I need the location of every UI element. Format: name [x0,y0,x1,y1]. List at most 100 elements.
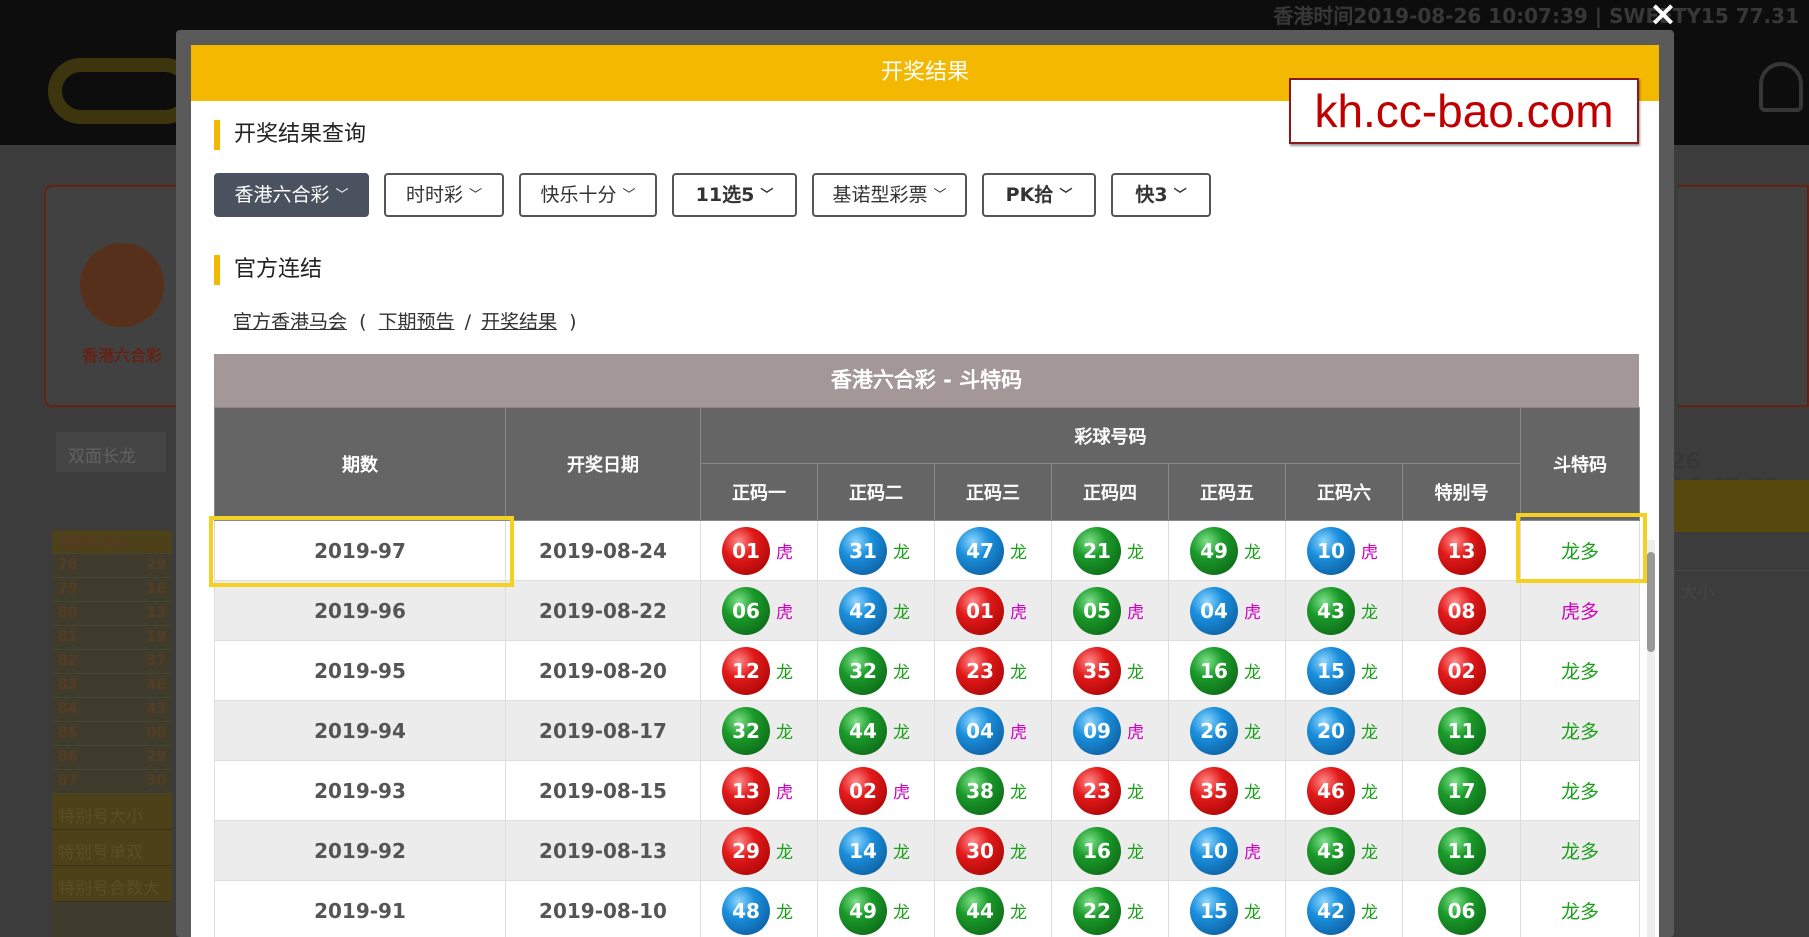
official-hkjc-link[interactable]: 官方香港马会 [233,311,347,333]
dragon-tag: 龙 [1244,903,1261,923]
sub-col-header: 正码二 [817,463,935,521]
dragon-tag: 龙 [1010,543,1027,563]
filter-pk10[interactable]: PK拾 ﹀ [982,173,1096,217]
ball-cell: 49 龙 [817,880,935,937]
ball-red: 23 [956,646,1004,695]
ball-red: 30 [956,826,1004,875]
table-row[interactable]: 2019-94 2019-08-17 32 龙 44 龙 04 虎 09 虎 26 龙 20 龙 11 龙多 [214,700,1641,761]
filter-ssc[interactable]: 时时彩 ﹀ [384,173,504,217]
ball-green: 38 [956,766,1004,815]
table-row[interactable]: 2019-93 2019-08-15 13 虎 02 虎 38 龙 23 龙 35 龙 46 龙 17 龙多 [214,760,1641,821]
filter-hk-six[interactable]: 香港六合彩 ﹀ [214,173,369,217]
filter-keno[interactable]: 基诺型彩票 ﹀ [812,173,967,217]
ball-green: 32 [722,706,770,755]
dragon-tag: 龙 [1361,783,1378,803]
period-cell: 2019-93 [214,760,506,821]
ball-cell: 23 龙 [1051,760,1169,821]
ball-green: 43 [1307,826,1355,875]
ball-cell: 10 虎 [1168,820,1286,881]
chevron-down-icon: ﹀ [469,188,483,203]
ball-cell: 02 [1401,640,1522,701]
ball-green: 44 [839,706,887,755]
chevron-down-icon: ﹀ [335,188,349,203]
tiger-tag: 虎 [1244,603,1261,623]
table-row[interactable]: 2019-95 2019-08-20 12 龙 32 龙 23 龙 35 龙 16 龙 15 龙 02 龙多 [214,640,1641,701]
ball-cell: 43 龙 [1285,820,1403,881]
ball-green: 49 [1190,526,1238,575]
dragon-tag: 龙 [1361,903,1378,923]
ball-green: 05 [1073,586,1121,635]
next-draw-link[interactable]: 下期预告 [379,311,455,333]
ball-cell: 12 龙 [700,640,818,701]
ball-blue: 48 [722,886,770,935]
sub-col-header: 特别号 [1401,463,1522,521]
ball-red: 08 [1437,586,1486,635]
period-cell: 2019-96 [214,580,506,641]
ball-cell: 29 龙 [700,820,818,881]
ball-blue: 09 [1073,706,1121,755]
ball-red: 13 [722,766,770,815]
ball-cell: 01 虎 [934,580,1052,641]
ball-cell: 20 龙 [1285,700,1403,761]
ball-blue: 20 [1307,706,1355,755]
dragon-tag: 龙 [893,603,910,623]
tiger-tag: 虎 [1010,723,1027,743]
results-link[interactable]: 开奖结果 [481,311,557,333]
ball-cell: 22 龙 [1051,880,1169,937]
filter-k3[interactable]: 快3 ﹀ [1111,173,1211,217]
ball-cell: 09 虎 [1051,700,1169,761]
col-header-result: 斗特码 [1520,407,1641,521]
dragon-tag: 龙 [1127,903,1144,923]
ball-cell: 15 龙 [1285,640,1403,701]
ball-blue: 26 [1190,706,1238,755]
ball-cell: 13 虎 [700,760,818,821]
scrollbar-thumb[interactable] [1647,552,1655,652]
ball-blue: 10 [1307,526,1355,575]
link-separator: / [464,311,471,333]
ball-blue: 42 [1307,886,1355,935]
dragon-tag: 龙 [1361,603,1378,623]
date-cell: 2019-08-22 [505,580,701,641]
ball-cell: 16 龙 [1051,820,1169,881]
table-row[interactable]: 2019-97 2019-08-24 01 虎 31 龙 47 龙 21 龙 49 龙 10 虎 13 龙多 [214,520,1641,581]
table-row[interactable]: 2019-91 2019-08-10 48 龙 49 龙 44 龙 22 龙 15 龙 42 龙 06 龙多 [214,880,1641,937]
table-row[interactable]: 2019-96 2019-08-22 06 虎 42 龙 01 虎 05 虎 04 虎 43 龙 08 虎多 [214,580,1641,641]
table-row[interactable]: 2019-92 2019-08-13 29 龙 14 龙 30 龙 16 龙 10 虎 43 龙 11 龙多 [214,820,1641,881]
watermark: kh.cc-bao.com [1289,78,1639,144]
ball-cell: 35 龙 [1051,640,1169,701]
col-header-period: 期数 [214,407,506,521]
ball-cell: 44 龙 [934,880,1052,937]
paren-open: ( [359,311,367,333]
ball-blue: 47 [956,526,1004,575]
ball-cell: 21 龙 [1051,520,1169,581]
dragon-tag: 龙 [1127,543,1144,563]
ball-blue: 15 [1190,886,1238,935]
ball-blue: 31 [839,526,887,575]
filter-happy-ten[interactable]: 快乐十分 ﹀ [519,173,657,217]
col-header-date: 开奖日期 [505,407,701,521]
chevron-down-icon: ﹀ [622,188,636,203]
dragon-tag: 龙 [1361,843,1378,863]
chevron-down-icon: ﹀ [760,188,774,203]
ball-red: 29 [722,826,770,875]
result-cell: 龙多 [1520,520,1641,581]
ball-cell: 11 [1401,820,1522,881]
dragon-tag: 龙 [893,543,910,563]
filter-11x5[interactable]: 11选5 ﹀ [672,173,797,217]
chevron-down-icon: ﹀ [1059,188,1073,203]
result-cell: 虎多 [1520,580,1641,641]
dragon-tag: 龙 [893,663,910,683]
ball-cell: 38 龙 [934,760,1052,821]
ball-cell: 08 [1401,580,1522,641]
close-icon[interactable]: × [1643,0,1683,34]
dragon-tag: 龙 [893,843,910,863]
table-title: 香港六合彩 - 斗特码 [214,354,1639,407]
ball-blue: 10 [1190,826,1238,875]
tiger-tag: 虎 [776,783,793,803]
tiger-tag: 虎 [776,543,793,563]
ball-red: 23 [1073,766,1121,815]
ball-cell: 16 龙 [1168,640,1286,701]
ball-cell: 17 [1401,760,1522,821]
lottery-filter-bar: 香港六合彩 ﹀ 时时彩 ﹀ 快乐十分 ﹀ 11选5 ﹀ 基诺型彩票 ﹀ PK拾 ﹀ 快3 ﹀ [214,173,1226,217]
ball-green: 06 [1437,886,1486,935]
